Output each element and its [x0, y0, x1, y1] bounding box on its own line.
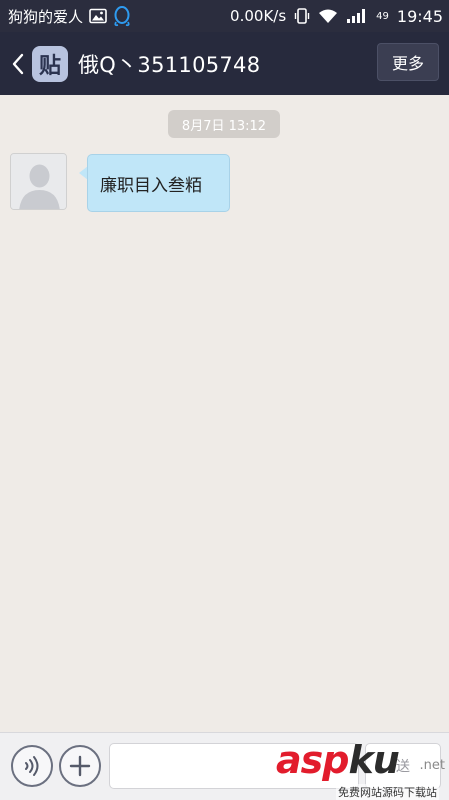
status-app-name: 狗狗的爱人: [8, 7, 84, 26]
wifi-icon: [318, 8, 338, 24]
send-button-label: 送: [396, 759, 410, 775]
status-left: 狗狗的爱人: [8, 5, 131, 27]
signal-icon: [346, 8, 368, 24]
qq-penguin-icon: [113, 5, 131, 27]
title-bar: 贴 俄Q丶351105748 更多: [0, 32, 449, 95]
message-timestamp: 8月7日 13:12: [168, 110, 280, 138]
status-right: 0.00K/s 49 19:45: [230, 7, 443, 26]
timestamp-text: 8月7日 13:12: [181, 118, 267, 134]
more-button-label: 更多: [391, 54, 424, 73]
add-attachment-button[interactable]: [59, 745, 101, 787]
chevron-left-icon: [12, 53, 24, 74]
voice-icon: [25, 756, 39, 776]
tieba-logo-icon: 贴: [32, 45, 68, 82]
image-icon: [89, 8, 107, 24]
message-input[interactable]: [109, 743, 359, 789]
message-bubble[interactable]: 廉职目入叁粨: [87, 154, 230, 212]
plus-icon: [69, 755, 91, 777]
status-bar: 狗狗的爱人 0.00K/s 49 19:45: [0, 0, 449, 32]
page-title: 俄Q丶351105748: [78, 52, 261, 77]
default-avatar-icon: [11, 154, 66, 209]
network-speed: 0.00K/s: [230, 7, 287, 25]
vibrate-icon: [294, 7, 310, 25]
voice-button[interactable]: [11, 745, 53, 787]
more-button[interactable]: 更多: [377, 43, 439, 81]
message-text: 廉职目入叁粨: [100, 175, 202, 196]
input-bar: 送: [0, 732, 449, 800]
signal-number: 49: [376, 10, 389, 22]
tieba-logo-text: 贴: [38, 53, 61, 79]
send-button[interactable]: 送: [365, 743, 441, 789]
sender-avatar[interactable]: [10, 153, 67, 210]
status-time: 19:45: [396, 6, 443, 26]
back-button[interactable]: [6, 32, 30, 95]
